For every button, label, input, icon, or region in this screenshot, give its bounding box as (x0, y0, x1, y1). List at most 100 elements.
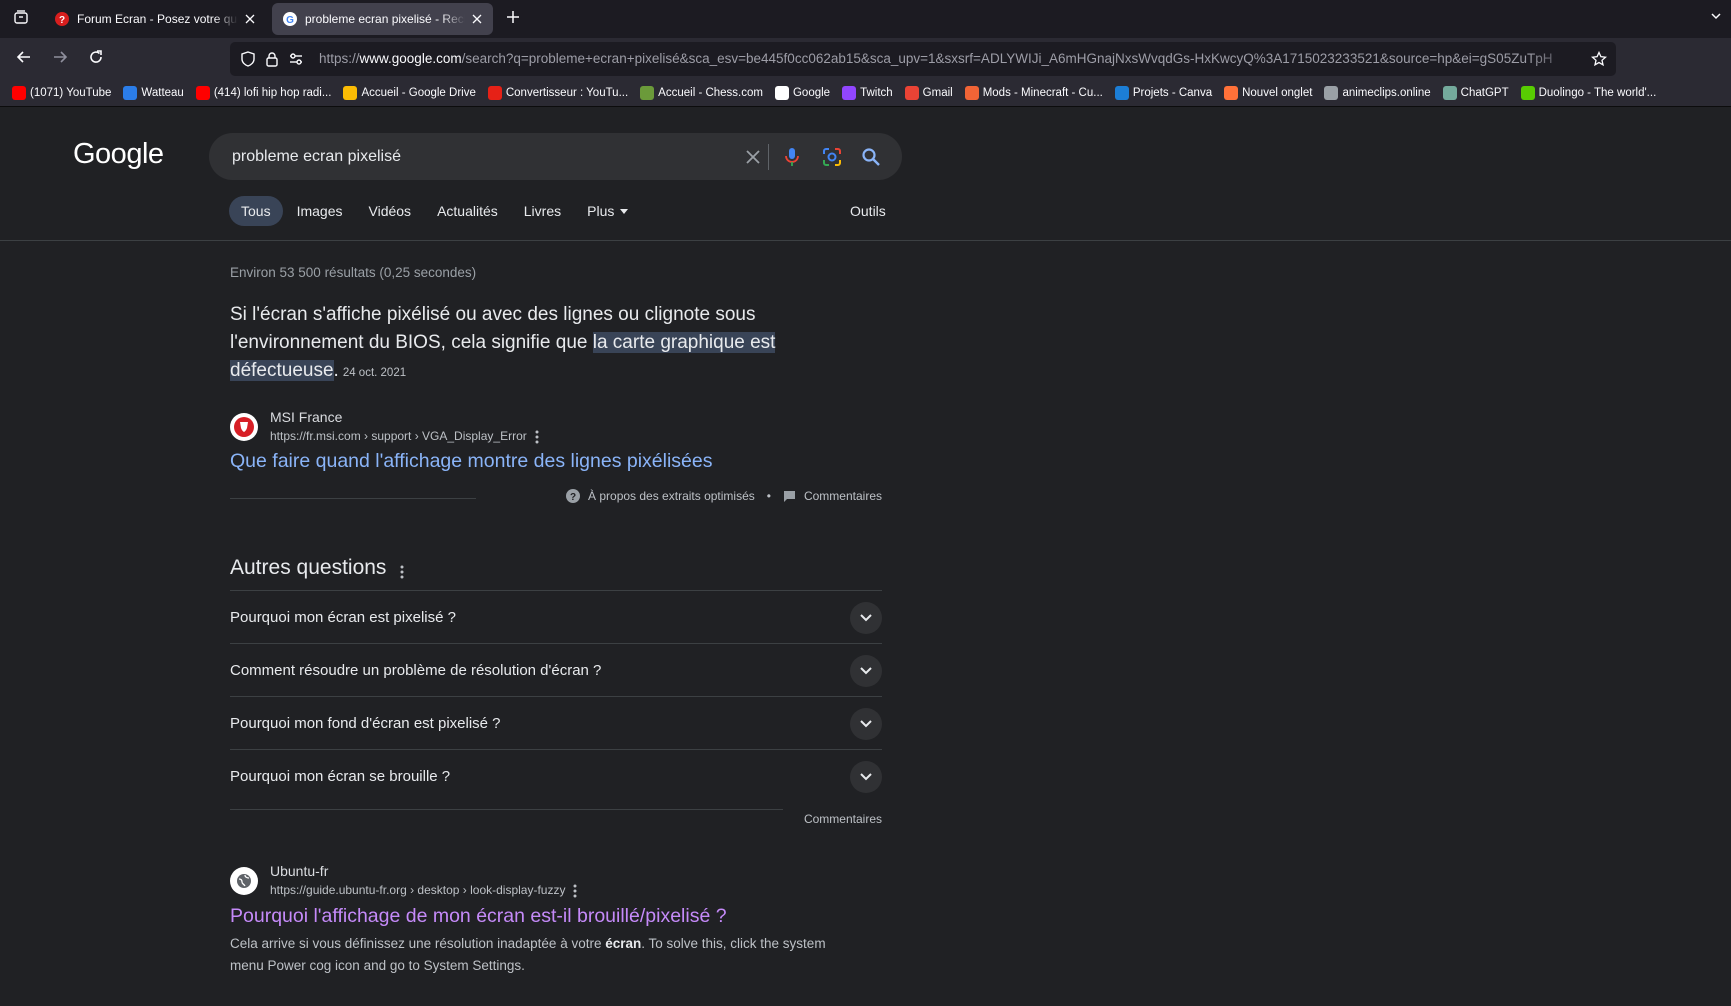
dot-separator: • (766, 489, 771, 503)
bookmark-item[interactable]: Mods - Minecraft - Cu... (961, 82, 1107, 104)
bookmark-favicon-icon (640, 86, 655, 100)
featured-snippet-footer: ? À propos des extraits optimisés • Comm… (230, 483, 882, 513)
tab-google-search[interactable]: G probleme ecran pixelisé - Recherche Go… (272, 3, 493, 35)
bookmark-item[interactable]: Projets - Canva (1111, 82, 1216, 104)
google-favicon-icon: G (282, 11, 298, 27)
lens-icon[interactable] (820, 145, 844, 169)
tab-all[interactable]: Tous (229, 196, 283, 226)
bookmark-favicon-icon (195, 86, 210, 100)
tab-news[interactable]: Actualités (425, 196, 510, 226)
bookmark-label: Nouvel onglet (1242, 87, 1313, 99)
bookmark-item[interactable]: Accueil - Chess.com (636, 82, 767, 104)
close-tab-icon[interactable] (469, 11, 485, 27)
result-link[interactable]: Pourquoi l'affichage de mon écran est-il… (230, 905, 727, 928)
feedback-link[interactable]: Commentaires (804, 812, 882, 826)
source-name: Ubuntu-fr (270, 863, 329, 879)
bookmark-item[interactable]: Convertisseur : YouTu... (484, 82, 632, 104)
chevron-down-icon[interactable] (850, 655, 882, 687)
tab-forum-ecran[interactable]: ? Forum Ecran - Posez votre question (44, 3, 266, 35)
bookmark-favicon-icon (1114, 86, 1129, 100)
about-snippets-link[interactable]: ? À propos des extraits optimisés (566, 489, 755, 503)
source-name: MSI France (270, 409, 343, 425)
bookmark-favicon-icon (123, 86, 138, 100)
bookmarks-toolbar: (1071) YouTube Watteau (414) lofi hip hop … (0, 80, 1731, 107)
list-all-tabs-button[interactable] (1706, 8, 1726, 28)
bookmark-label: Convertisseur : YouTu... (505, 87, 629, 99)
bookmark-label: (1071) YouTube (30, 87, 112, 99)
chevron-down-icon[interactable] (850, 761, 882, 793)
chevron-down-icon[interactable] (850, 602, 882, 634)
permissions-icon[interactable] (288, 51, 304, 67)
bookmark-item[interactable]: (414) lofi hip hop radi... (192, 82, 336, 104)
new-tab-button[interactable] (500, 6, 526, 32)
bookmark-item[interactable]: animeclips.online (1320, 82, 1434, 104)
tab-more-label: Plus (587, 203, 615, 219)
question-item[interactable]: Pourquoi mon fond d'écran est pixelisé ? (230, 696, 882, 749)
lock-icon[interactable] (264, 51, 280, 67)
bookmark-item[interactable]: Duolingo - The world'... (1517, 82, 1661, 104)
tab-more[interactable]: Plus (575, 196, 640, 226)
bookmark-item[interactable]: Google (771, 82, 834, 104)
search-divider (768, 144, 769, 170)
bookmark-label: Accueil - Chess.com (658, 87, 763, 99)
bookmark-label: Gmail (922, 87, 953, 99)
bookmark-item[interactable]: Watteau (119, 82, 187, 104)
bookmark-item[interactable]: Nouvel onglet (1220, 82, 1316, 104)
search-input[interactable] (230, 133, 730, 180)
forward-button[interactable] (46, 45, 74, 73)
tab-videos[interactable]: Vidéos (357, 196, 424, 226)
question-text: Pourquoi mon écran se brouille ? (230, 767, 451, 785)
address-bar[interactable]: https://www.google.com/search?q=probleme… (230, 42, 1616, 76)
question-text: Pourquoi mon écran est pixelisé ? (230, 608, 456, 626)
bookmark-item[interactable]: Accueil - Google Drive (339, 82, 479, 104)
close-tab-icon[interactable] (242, 11, 258, 27)
tab-bar: ? Forum Ecran - Posez votre question G p… (0, 0, 1731, 38)
tab-title: Forum Ecran - Posez votre question (77, 12, 238, 26)
back-button[interactable] (10, 45, 38, 73)
feedback-link[interactable]: Commentaires (783, 489, 882, 503)
svg-text:?: ? (570, 492, 576, 503)
navigation-toolbar: https://www.google.com/search?q=probleme… (0, 38, 1731, 80)
bookmark-favicon-icon (12, 86, 26, 100)
header-divider (0, 240, 1731, 241)
url-text[interactable]: https://www.google.com/search?q=probleme… (319, 42, 1579, 76)
bookmark-star-icon[interactable] (1590, 50, 1608, 68)
tab-list-button[interactable] (8, 6, 34, 32)
arrow-right-icon (52, 49, 68, 70)
bookmark-label: (414) lofi hip hop radi... (213, 87, 332, 99)
reload-button[interactable] (82, 45, 110, 73)
bookmark-item[interactable]: Twitch (838, 82, 897, 104)
question-item[interactable]: Pourquoi mon écran est pixelisé ? (230, 590, 882, 643)
bookmark-favicon-icon (343, 86, 358, 100)
more-options-icon[interactable] (535, 430, 547, 444)
featured-source[interactable]: MSI France https://fr.msi.com › support … (230, 409, 830, 449)
tab-books[interactable]: Livres (512, 196, 573, 226)
more-options-icon[interactable] (573, 884, 585, 898)
bookmark-item[interactable]: Gmail (901, 82, 957, 104)
globe-icon (230, 867, 258, 895)
search-box[interactable] (209, 133, 902, 180)
tools-button[interactable]: Outils (850, 196, 886, 226)
bookmark-favicon-icon (1224, 86, 1239, 100)
microphone-icon[interactable] (780, 145, 804, 169)
bookmark-item[interactable]: ChatGPT (1439, 82, 1513, 104)
featured-result-link[interactable]: Que faire quand l'affichage montre des l… (230, 450, 713, 473)
google-logo[interactable]: Google (73, 138, 164, 171)
question-item[interactable]: Comment résoudre un problème de résoluti… (230, 643, 882, 696)
result-source[interactable]: Ubuntu-fr https://guide.ubuntu-fr.org › … (230, 863, 830, 903)
question-item[interactable]: Pourquoi mon écran se brouille ? (230, 749, 882, 802)
chevron-down-icon[interactable] (850, 708, 882, 740)
tab-images[interactable]: Images (285, 196, 355, 226)
feedback-icon (783, 490, 796, 503)
clear-icon[interactable] (741, 145, 765, 169)
shield-icon[interactable] (240, 51, 256, 67)
bookmark-item[interactable]: (1071) YouTube (8, 82, 115, 104)
more-options-icon[interactable] (400, 561, 412, 579)
bookmark-label: animeclips.online (1342, 87, 1431, 99)
search-icon[interactable] (859, 145, 883, 169)
bookmark-label: Duolingo - The world'... (1538, 87, 1657, 99)
help-icon: ? (566, 489, 581, 503)
bookmark-favicon-icon (487, 86, 502, 100)
bookmark-favicon-icon (1442, 86, 1457, 100)
svg-text:?: ? (59, 15, 65, 26)
